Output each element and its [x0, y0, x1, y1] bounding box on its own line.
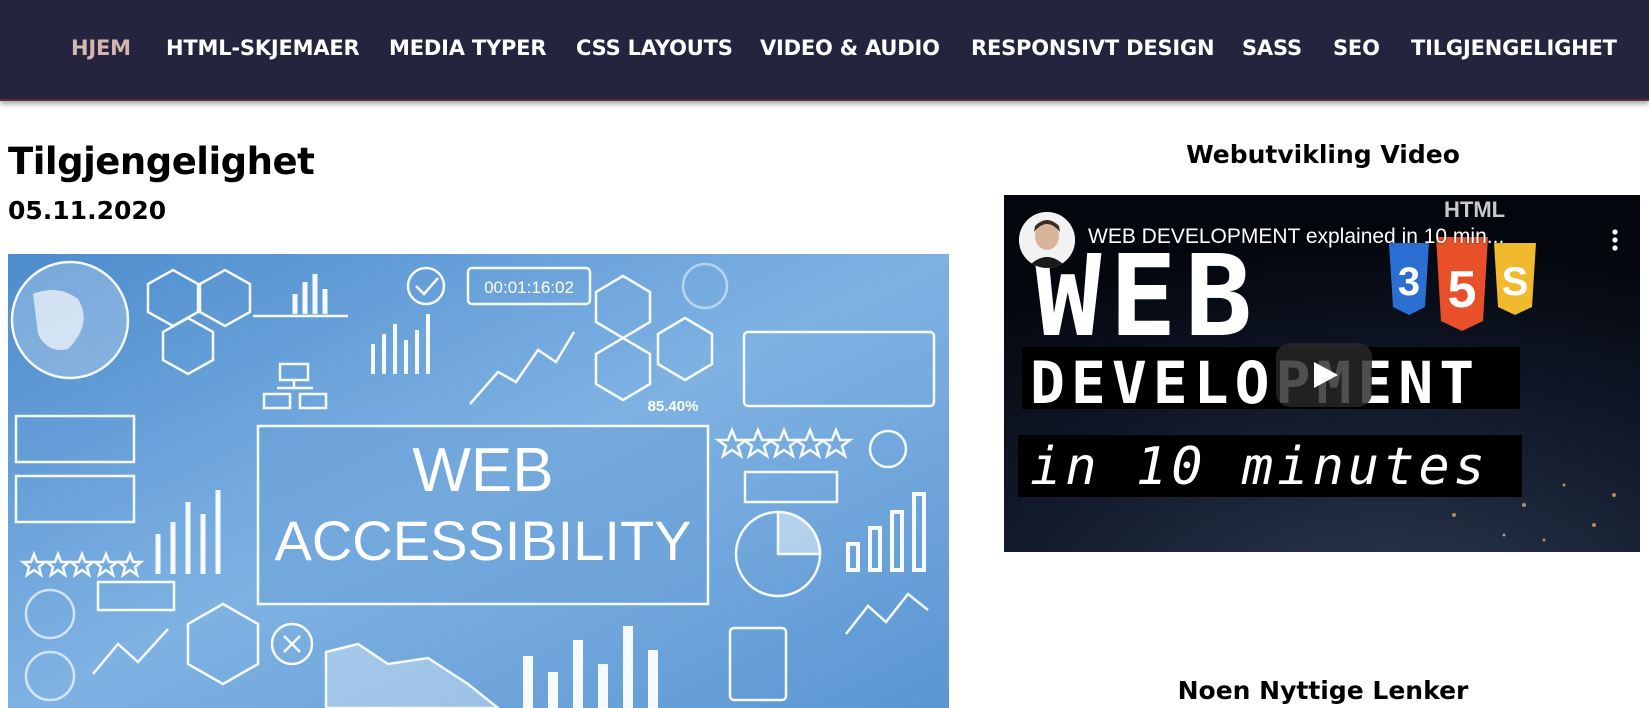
nav-item-sass[interactable]: SASS [1242, 36, 1302, 60]
badge-js-icon: S [1502, 260, 1529, 304]
badge-css-icon: 3 [1398, 260, 1420, 304]
badge-html5-icon: 5 [1448, 261, 1477, 319]
hero-text-web: WEB [412, 436, 553, 505]
nav-item-video-audio[interactable]: VIDEO & AUDIO [760, 36, 940, 60]
main-navigation: HJEM HTML-SKJEMAER MEDIA TYPER CSS LAYOU… [0, 0, 1649, 101]
more-options-icon[interactable] [1612, 229, 1618, 251]
hero-percent-text: 85.40% [648, 398, 699, 415]
nav-item-html-skjemaer[interactable]: HTML-SKJEMAER [166, 36, 360, 60]
article-date: 05.11.2020 [8, 196, 167, 225]
youtube-video-embed[interactable]: WEB DEVELOPMENT in 10 minutes HTML 3 5 S… [1004, 195, 1640, 552]
nav-item-hjem[interactable]: HJEM [71, 36, 131, 60]
hero-timer-text: 00:01:16:02 [484, 278, 574, 297]
thumb-text-development: DEVELOPMENT [1030, 349, 1480, 417]
play-icon [1314, 362, 1338, 388]
nav-item-tilgjengelighet[interactable]: TILGJENGELIGHET [1411, 36, 1617, 60]
hero-text-accessibility: ACCESSIBILITY [274, 509, 691, 572]
nav-item-css-layouts[interactable]: CSS LAYOUTS [576, 36, 733, 60]
web-accessibility-hero-image: WEB ACCESSIBILITY 00:01:16:02 85.40% [8, 254, 949, 708]
useful-links-heading: Noen Nyttige Lenker [1177, 676, 1469, 705]
nav-item-responsivt-design[interactable]: RESPONSIVT DESIGN [971, 36, 1215, 60]
video-title[interactable]: WEB DEVELOPMENT explained in 10 min... [1088, 225, 1504, 249]
nav-item-media-typer[interactable]: MEDIA TYPER [389, 36, 546, 60]
video-section-heading: Webutvikling Video [1186, 140, 1460, 169]
badge-html-label: HTML [1444, 197, 1505, 222]
page-title: Tilgjengelighet [8, 140, 315, 183]
play-button[interactable] [1276, 343, 1372, 407]
channel-avatar[interactable] [1019, 212, 1075, 268]
thumb-text-minutes: in 10 minutes [1030, 437, 1489, 497]
nav-item-seo[interactable]: SEO [1333, 36, 1380, 60]
